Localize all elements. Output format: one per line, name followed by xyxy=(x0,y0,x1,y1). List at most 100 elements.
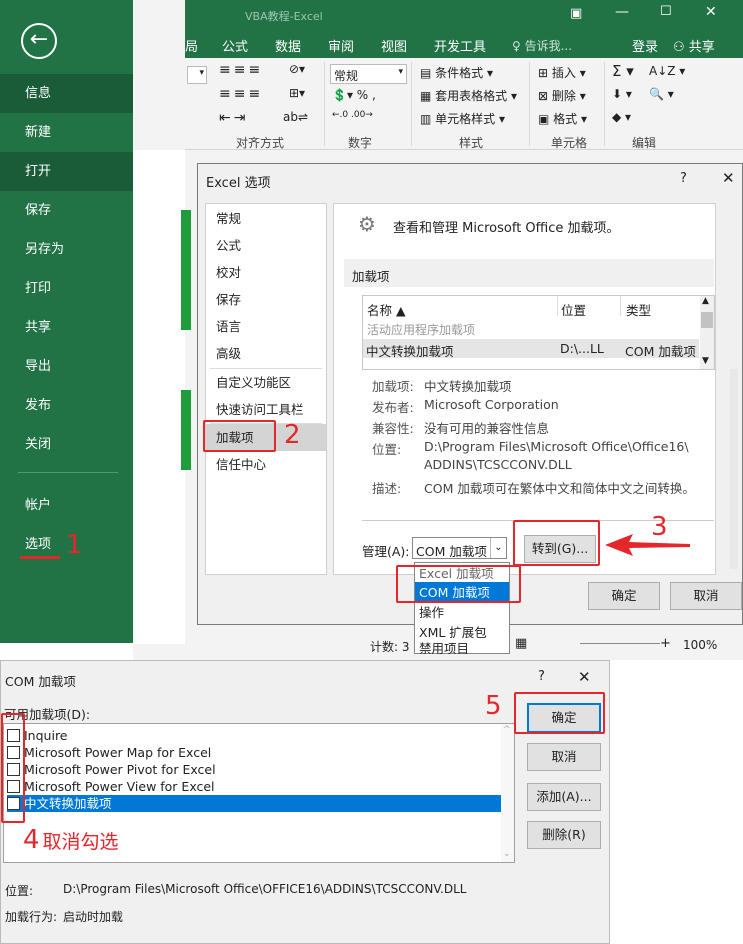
scroll-thumb[interactable] xyxy=(701,312,713,328)
info-label: 位置: xyxy=(372,442,402,457)
divider xyxy=(18,472,118,473)
orientation-icon[interactable]: ⊘▾ xyxy=(289,62,305,76)
ok-highlight-box xyxy=(514,692,605,734)
merge-icon[interactable]: ⊞▾ xyxy=(289,86,305,100)
nav-language[interactable]: 语言 xyxy=(206,313,326,340)
list-item[interactable]: Inquire xyxy=(7,727,502,744)
zoom-slider[interactable] xyxy=(580,643,660,644)
maximize-icon[interactable]: ☐ xyxy=(660,4,672,19)
nav-advanced[interactable]: 高级 xyxy=(206,340,326,367)
options-nav: 常规 公式 校对 保存 语言 高级 自定义功能区 快速访问工具栏 加载项 信任中… xyxy=(205,203,327,575)
cancel-button[interactable]: 取消 xyxy=(670,582,742,610)
ribbon: ▾ ≡≡≡ ⊘▾ ≡≡≡ ⊞▾ ⇤⇥ ab⇌ 对齐方式 常规 ▾ 💲▾ % , ←… xyxy=(185,58,743,150)
col-type[interactable]: 类型 xyxy=(626,300,651,319)
format-button[interactable]: ▣ 格式 ▾ xyxy=(538,110,587,127)
indent-icons[interactable]: ⇤⇥ xyxy=(219,110,248,126)
backstage-close[interactable]: 关闭 xyxy=(0,425,133,464)
window-title: VBA教程-Excel xyxy=(245,10,323,23)
nav-customize-ribbon[interactable]: 自定义功能区 xyxy=(206,369,326,396)
backstage-save-as[interactable]: 另存为 xyxy=(0,230,133,269)
addins-highlight-box xyxy=(203,420,276,452)
clear-icon[interactable]: ◆ ▾ xyxy=(612,110,631,124)
table-format-button[interactable]: ▦ 套用表格格式 ▾ xyxy=(420,87,517,104)
number-format-dropdown[interactable]: 常规 ▾ xyxy=(330,64,407,84)
backstage-info[interactable]: 信息 xyxy=(0,74,133,113)
add-button[interactable]: 添加(A)... xyxy=(527,783,601,811)
table-row[interactable]: 中文转换加载项 D:\...LL COM 加载项 xyxy=(363,339,699,359)
ribbon-display-icon[interactable]: ▣ xyxy=(570,6,582,21)
share-button[interactable]: ⚇ 共享 xyxy=(673,36,715,55)
dropdown-option[interactable]: 操作 xyxy=(415,602,509,623)
insert-button[interactable]: ⊞ 插入 ▾ xyxy=(538,64,586,81)
col-name[interactable]: 名称 ▲ xyxy=(367,300,406,319)
align-left-icons[interactable]: ≡≡≡ xyxy=(219,86,263,102)
cancel-button[interactable]: 取消 xyxy=(527,743,601,771)
wrap-text-icon[interactable]: ab⇌ xyxy=(283,110,308,124)
close-icon[interactable]: ✕ xyxy=(705,4,717,20)
tab-formulas[interactable]: 公式 xyxy=(222,36,248,55)
ok-button[interactable]: 确定 xyxy=(588,582,660,610)
conditional-format-button[interactable]: ▤ 条件格式 ▾ xyxy=(420,64,493,81)
nav-general[interactable]: 常规 xyxy=(206,205,326,232)
scroll-down-icon[interactable]: ▼ xyxy=(702,356,709,366)
list-item[interactable]: Microsoft Power Map for Excel xyxy=(7,744,502,761)
backstage-open[interactable]: 打开 xyxy=(0,152,133,191)
group-cells-label: 单元格 xyxy=(551,136,588,150)
info-value: Microsoft Corporation xyxy=(424,397,559,412)
backstage-share[interactable]: 共享 xyxy=(0,308,133,347)
scroll-up-icon[interactable]: ▲ xyxy=(702,296,709,306)
backstage-export[interactable]: 导出 xyxy=(0,347,133,386)
sort-filter-icon[interactable]: A↓Z ▾ xyxy=(649,64,685,78)
col-location[interactable]: 位置 xyxy=(561,300,586,319)
font-size-dropdown[interactable]: ▾ xyxy=(187,66,207,84)
align-top-icons[interactable]: ≡≡≡ xyxy=(219,62,263,78)
dropdown-option[interactable]: XML 扩展包 xyxy=(415,622,509,643)
list-item[interactable]: Microsoft Power View for Excel xyxy=(7,778,502,795)
dropdown-option[interactable]: 禁用项目 xyxy=(415,641,509,654)
minimize-icon[interactable]: — xyxy=(615,4,629,20)
list-item-selected[interactable]: 中文转换加载项 xyxy=(7,795,502,812)
delete-button[interactable]: ⊠ 删除 ▾ xyxy=(538,87,586,104)
tell-me-box[interactable]: ♀ 告诉我... xyxy=(512,37,572,54)
help-icon[interactable]: ? xyxy=(680,171,687,186)
decimal-icons[interactable]: ←.0 .00→ xyxy=(332,110,373,120)
list-scrollbar[interactable]: ^ ⌄ xyxy=(501,724,514,862)
nav-save[interactable]: 保存 xyxy=(206,286,326,313)
help-icon[interactable]: ? xyxy=(538,669,545,684)
nav-trust-center[interactable]: 信任中心 xyxy=(206,451,326,478)
step-5-label: 5 xyxy=(485,691,502,721)
tab-layout[interactable]: 局 xyxy=(185,36,198,55)
tab-developer[interactable]: 开发工具 xyxy=(434,36,486,55)
sign-in-link[interactable]: 登录 xyxy=(632,36,658,55)
tab-view[interactable]: 视图 xyxy=(381,36,407,55)
find-icon[interactable]: 🔍 ▾ xyxy=(649,87,674,101)
backstage-print[interactable]: 打印 xyxy=(0,269,133,308)
table-scrollbar[interactable]: ▲ ▼ xyxy=(700,296,714,369)
backstage-new[interactable]: 新建 xyxy=(0,113,133,152)
panel-scrollbar[interactable] xyxy=(730,369,738,569)
backstage-save[interactable]: 保存 xyxy=(0,191,133,230)
currency-icon[interactable]: 💲▾ % , xyxy=(332,88,376,102)
page-layout-view-icon[interactable]: ▦ xyxy=(515,636,527,651)
backstage-account[interactable]: 帐户 xyxy=(0,486,133,525)
close-icon[interactable]: ✕ xyxy=(722,169,735,187)
backstage-publish[interactable]: 发布 xyxy=(0,386,133,425)
chevron-down-icon[interactable]: ⌄ xyxy=(490,538,506,558)
close-icon[interactable]: ✕ xyxy=(578,668,591,686)
back-arrow-icon[interactable]: ← xyxy=(21,23,57,59)
fill-icon[interactable]: ⬇ ▾ xyxy=(612,87,632,101)
zoom-in-icon[interactable]: + xyxy=(660,636,671,651)
nav-quick-access[interactable]: 快速访问工具栏 xyxy=(206,396,326,423)
scroll-down-icon[interactable]: ⌄ xyxy=(503,849,511,859)
tab-review[interactable]: 审阅 xyxy=(328,36,354,55)
remove-button[interactable]: 删除(R) xyxy=(527,821,601,849)
nav-proofing[interactable]: 校对 xyxy=(206,259,326,286)
nav-formulas[interactable]: 公式 xyxy=(206,232,326,259)
autosum-icon[interactable]: Σ ▾ xyxy=(612,62,634,80)
scroll-up-icon[interactable]: ^ xyxy=(503,725,511,735)
cell-style-button[interactable]: ▥ 单元格样式 ▾ xyxy=(420,110,505,127)
com-addins-dialog: COM 加载项 ? ✕ 可用加载项(D): Inquire Microsoft … xyxy=(0,660,610,944)
manage-select[interactable]: COM 加载项 ⌄ xyxy=(412,537,507,559)
tab-data[interactable]: 数据 xyxy=(275,36,301,55)
list-item[interactable]: Microsoft Power Pivot for Excel xyxy=(7,761,502,778)
